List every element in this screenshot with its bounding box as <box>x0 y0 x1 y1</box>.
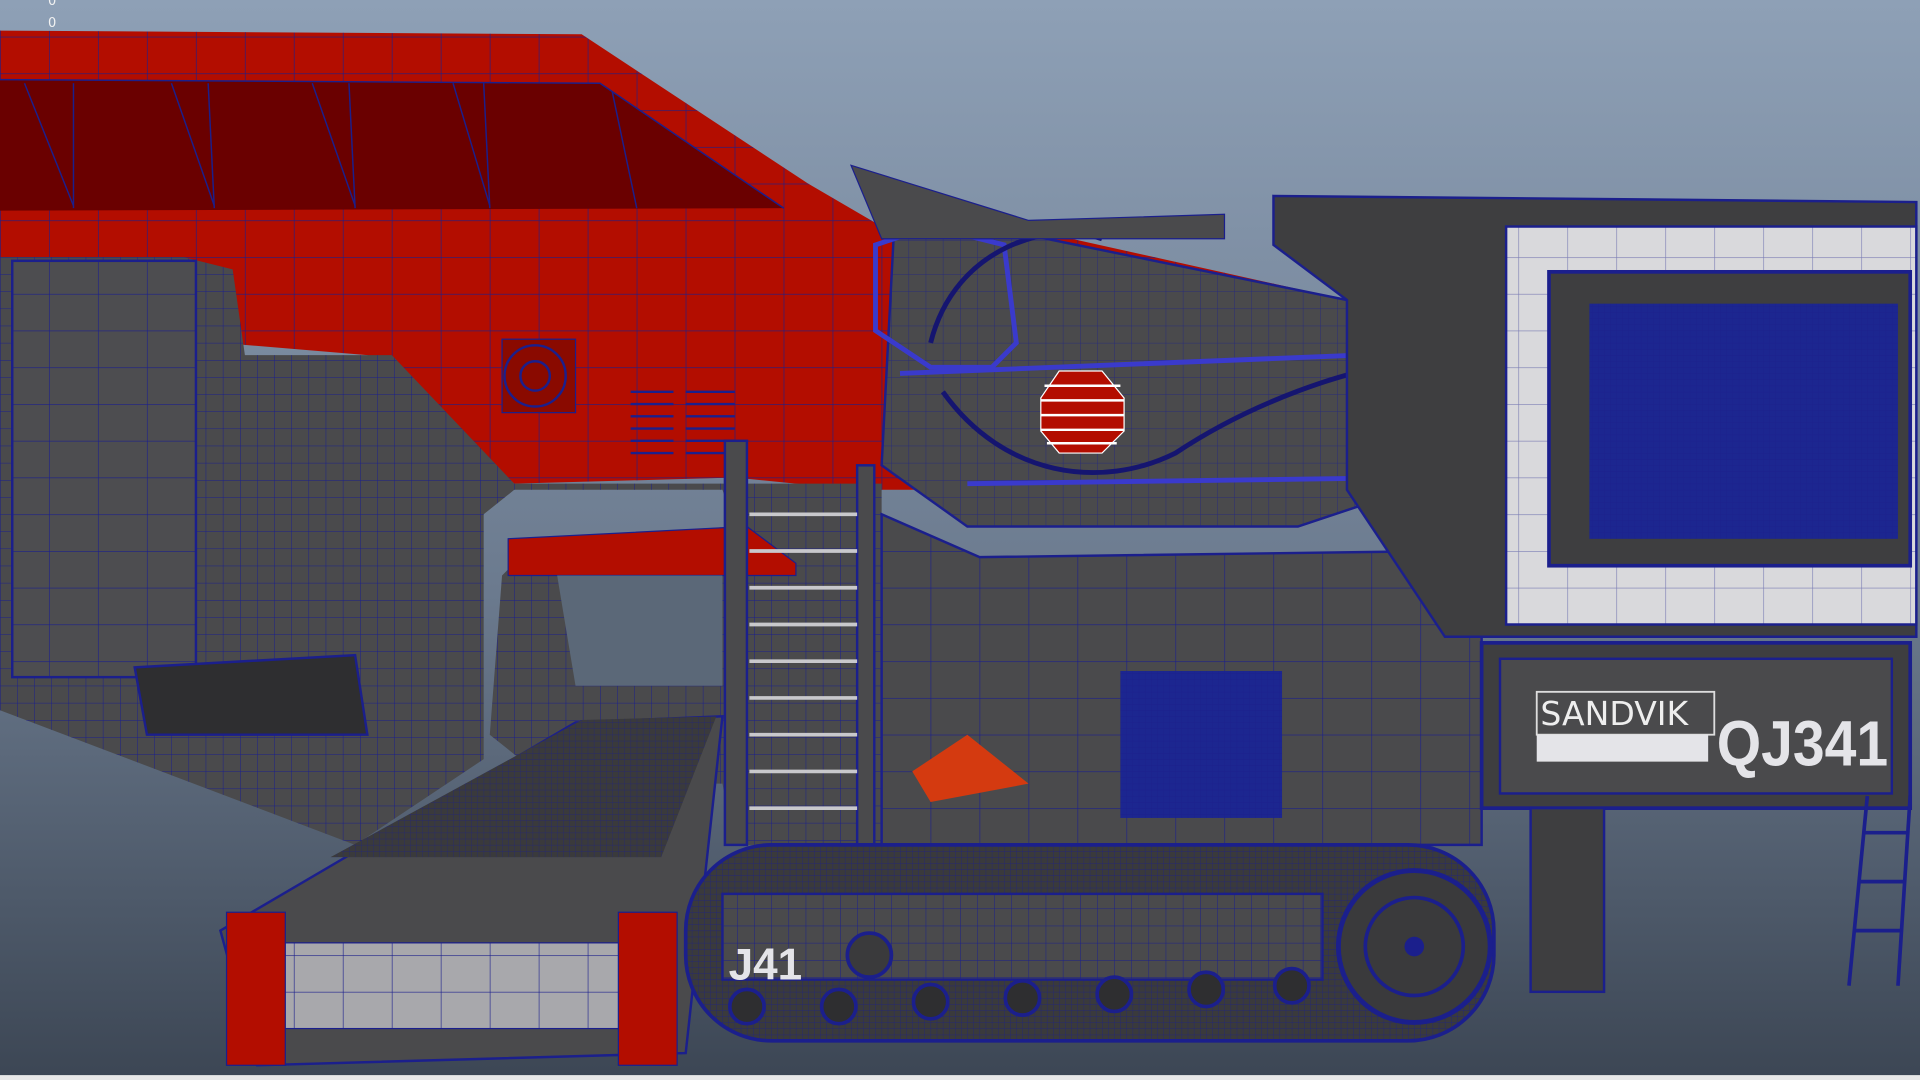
viewport-bottom-border <box>0 1075 1920 1080</box>
crawler-track: J41 <box>683 843 1496 1043</box>
model-label: QJ341 <box>1717 708 1888 779</box>
engine-block <box>880 512 1483 847</box>
hud-label: 0 <box>48 16 57 31</box>
hud-label: 0 <box>48 0 57 9</box>
brand-label: SANDVIK <box>1540 694 1689 733</box>
model-scene[interactable]: SANDVIK QJ341 J41 <box>0 0 1920 1080</box>
track-label: J41 <box>729 941 803 990</box>
3d-viewport[interactable]: SANDVIK QJ341 J41 0 0 <box>0 0 1920 1080</box>
